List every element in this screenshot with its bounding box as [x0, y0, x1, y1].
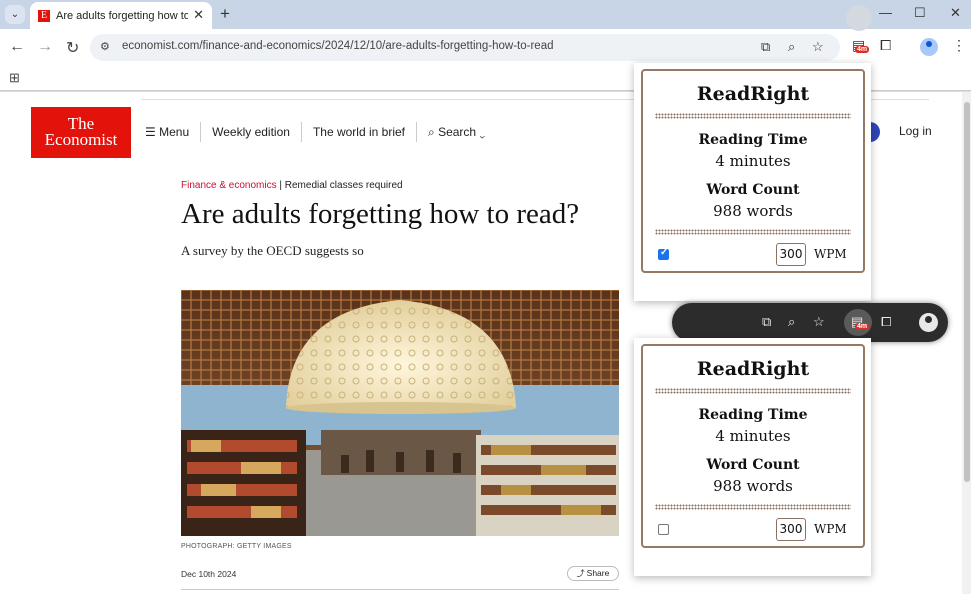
tab-strip: ⌄ E Are adults forgetting how to read ✕ … [0, 0, 971, 29]
menu-label: Menu [159, 125, 190, 139]
dotted-divider [655, 388, 851, 394]
popup-title: ReadRight [696, 83, 810, 105]
search-label: Search [438, 125, 477, 139]
word-count-value: 988 words [713, 477, 793, 495]
badge-toggle-checkbox[interactable] [658, 524, 669, 535]
popup-title: ReadRight [696, 358, 810, 380]
chevron-down-icon: ⌄ [476, 125, 486, 139]
minimize-icon[interactable]: — [879, 5, 892, 20]
dotted-divider [655, 229, 851, 235]
kicker-text: Remedial classes required [284, 180, 403, 191]
zoom-icon[interactable]: ⌕ [788, 39, 795, 55]
star-icon[interactable]: ☆ [812, 39, 824, 55]
reading-time-value: 4 minutes [715, 427, 791, 445]
dark-toolbar-inset: ⧉ ⌕ ☆ ⧠ [672, 303, 948, 342]
library-photo-illustration [181, 290, 619, 536]
dotted-divider [655, 504, 851, 510]
search-button[interactable]: ⌕ Search ⌄ [417, 122, 496, 142]
menu-button[interactable]: ☰ Menu [141, 122, 202, 142]
window-close-icon[interactable]: ✕ [950, 5, 961, 21]
wpm-input[interactable]: 300 [776, 518, 806, 541]
article-kicker: Finance & economics | Remedial classes r… [181, 180, 403, 191]
login-link[interactable]: Log in [899, 124, 932, 138]
reading-time-label: Reading Time [698, 132, 808, 148]
bottom-rule [181, 589, 619, 590]
word-count-label: Word Count [706, 182, 800, 198]
article-photo [181, 290, 619, 536]
wpm-input[interactable]: 300 [776, 243, 806, 266]
maximize-icon[interactable]: ☐ [914, 5, 926, 21]
back-arrow-icon[interactable]: ← [9, 38, 25, 56]
word-count-value: 988 words [713, 202, 793, 220]
readright-popup-shell: ReadRight Reading Time 4 minutes Word Co… [634, 63, 871, 301]
search-icon: ⌕ [428, 125, 439, 139]
address-bar[interactable]: ⚙ economist.com/finance-and-economics/20… [90, 34, 840, 61]
dotted-divider [655, 113, 851, 119]
kicker-separator: | [276, 180, 285, 191]
star-icon[interactable]: ☆ [813, 314, 825, 330]
puzzle-icon[interactable]: ⧠ [880, 37, 891, 54]
readright-popup: ReadRight Reading Time 4 minutes Word Co… [641, 69, 865, 273]
badge-toggle-checkbox[interactable] [658, 247, 669, 260]
word-count-label: Word Count [706, 457, 800, 473]
share-button[interactable]: ⤴ Share [567, 566, 619, 581]
apps-grid-icon[interactable]: ⊞ [9, 70, 20, 86]
section-link[interactable]: Finance & economics [181, 180, 277, 191]
article-headline: Are adults forgetting how to read? [181, 198, 580, 230]
reading-time-value: 4 minutes [715, 152, 791, 170]
kebab-menu-icon[interactable]: ⋮ [952, 37, 966, 54]
install-app-icon[interactable]: ⧉ [762, 314, 771, 330]
puzzle-icon[interactable]: ⧠ [881, 314, 891, 330]
forward-arrow-icon[interactable]: → [37, 38, 53, 56]
tab-title: Are adults forgetting how to read [56, 9, 188, 22]
scrollbar-thumb[interactable] [964, 102, 970, 482]
new-tab-icon[interactable]: + [220, 4, 230, 24]
chevron-down-icon[interactable]: ⌄ [5, 5, 25, 24]
world-in-brief-link[interactable]: The world in brief [302, 122, 417, 142]
weekly-edition-link[interactable]: Weekly edition [201, 122, 302, 142]
economist-favicon: E [38, 9, 50, 22]
article-date: Dec 10th 2024 [181, 569, 237, 579]
install-app-icon[interactable]: ⧉ [761, 39, 770, 55]
site-navigation: ☰ Menu Weekly edition The world in brief… [141, 115, 496, 149]
hamburger-icon: ☰ [145, 125, 160, 139]
share-icon: ⤴ [576, 569, 585, 578]
zoom-icon[interactable]: ⌕ [788, 314, 795, 330]
share-label: Share [586, 568, 610, 578]
reading-time-label: Reading Time [698, 407, 808, 423]
wpm-unit-label: WPM [814, 522, 847, 536]
browser-toolbar: ← → ↻ ⚙ economist.com/finance-and-econom… [0, 29, 971, 66]
tune-icon[interactable]: ⚙ [100, 40, 110, 53]
article-standfirst: A survey by the OECD suggests so [181, 243, 364, 258]
active-tab[interactable]: E Are adults forgetting how to read ✕ [30, 2, 212, 29]
reading-time-badge: 4m [855, 46, 870, 53]
photo-caption: PHOTOGRAPH: GETTY IMAGES [181, 543, 292, 550]
url-text[interactable]: economist.com/finance-and-economics/2024… [122, 40, 553, 52]
readright-extension-button[interactable] [846, 5, 872, 31]
settings-row: 300 WPM [643, 514, 863, 546]
avatar-icon[interactable] [920, 38, 938, 56]
reading-time-badge-dark: 4m [855, 323, 870, 330]
reload-icon[interactable]: ↻ [66, 38, 79, 58]
avatar-icon[interactable] [919, 313, 938, 332]
readright-popup-2: ReadRight Reading Time 4 minutes Word Co… [641, 344, 865, 548]
close-icon[interactable]: ✕ [193, 7, 204, 23]
logo-line-2: Economist [44, 130, 118, 149]
economist-logo[interactable]: The Economist [31, 107, 131, 158]
readright-popup-shell-2: ReadRight Reading Time 4 minutes Word Co… [634, 338, 871, 576]
wpm-unit-label: WPM [814, 247, 847, 261]
settings-row: 300 WPM [643, 239, 863, 271]
